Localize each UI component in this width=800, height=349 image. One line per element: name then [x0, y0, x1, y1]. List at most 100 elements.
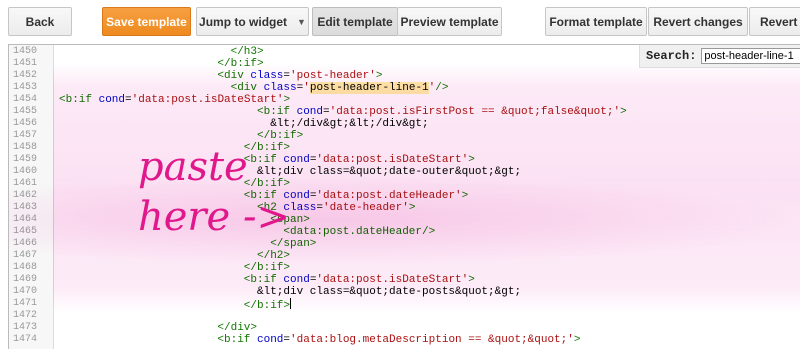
search-input[interactable]: [701, 48, 800, 64]
line-number: 1473: [13, 322, 38, 333]
code-token-tag: </h2>: [257, 250, 291, 262]
format-template-button[interactable]: Format template: [545, 7, 647, 36]
code-token-tag: </b:if>: [217, 58, 264, 70]
code-token-attr: cond: [283, 274, 310, 286]
jump-to-widget-dropdown[interactable]: Jump to widget ▼: [196, 7, 309, 36]
code-token-attr: cond: [296, 106, 324, 118]
highlighter-wash-band: [9, 175, 800, 265]
code-token-attr: class: [263, 82, 297, 94]
code-token-tag: <b:if: [257, 106, 297, 118]
code-line[interactable]: </b:if>: [217, 58, 263, 70]
code-token-tag: </b:if>: [243, 262, 291, 274]
code-line[interactable]: <div class='post-header-line-1'/>: [230, 82, 449, 94]
code-token-ent: &lt;/div&gt;&lt;/div&gt;: [270, 118, 429, 130]
code-token-tag: <b:if: [243, 274, 284, 286]
jump-to-widget-label: Jump to widget: [199, 14, 288, 29]
line-number: 1469: [13, 274, 38, 285]
code-token-str: 'data:post.isFirstPost == &quot;false&qu…: [329, 106, 621, 118]
code-line[interactable]: </h2>: [257, 250, 290, 262]
code-token-attr: class: [250, 70, 284, 82]
code-token-tag: <div: [230, 82, 264, 94]
code-token-str: ': [303, 82, 310, 94]
preview-template-button[interactable]: Preview template: [397, 7, 502, 36]
line-number: 1453: [13, 82, 38, 93]
back-button[interactable]: Back: [8, 7, 72, 36]
code-token-tag: </h3>: [230, 46, 264, 58]
code-token-tag: <b:if: [217, 334, 257, 346]
line-number: 1458: [13, 142, 38, 153]
paste-here-annotation: paste here ->: [138, 144, 290, 240]
line-number: 1464: [13, 214, 38, 225]
code-line[interactable]: </b:if>: [244, 262, 290, 274]
line-number: 1468: [13, 262, 38, 273]
code-token-ent: =: [125, 94, 132, 106]
line-number: 1462: [13, 190, 38, 201]
code-editor[interactable]: 1450 1451 1452 1453 1454 1455 1456 1457 1458 1459…: [8, 44, 800, 349]
line-number: 1450: [13, 46, 38, 57]
code-token-attr: cond: [98, 94, 126, 106]
line-number: 1463: [13, 202, 38, 213]
code-token-tag: >: [408, 202, 416, 214]
code-token-hl: post-header-line-1: [309, 82, 429, 94]
line-number: 1465: [13, 226, 38, 237]
code-line[interactable]: <b:if cond='data:post.isFirstPost == &qu…: [257, 106, 627, 118]
code-line[interactable]: &lt;div class=&quot;date-posts&quot;&gt;: [257, 286, 521, 298]
line-number: 1466: [13, 238, 38, 249]
code-token-tag: </div>: [217, 322, 257, 334]
line-number: 1472: [13, 310, 38, 321]
code-token-str: 'data:post.isDateStart': [316, 274, 469, 286]
line-number-gutter: 1450 1451 1452 1453 1454 1455 1456 1457 1458 1459…: [9, 45, 54, 349]
code-token-tag: >: [283, 94, 291, 106]
line-number: 1467: [13, 250, 38, 261]
code-token-tag: >: [375, 70, 383, 82]
code-token-tag: >: [461, 190, 469, 202]
code-line[interactable]: </div>: [217, 322, 257, 334]
code-token-str: 'data:post.isDateStart': [316, 154, 469, 166]
code-token-str: 'data:post.dateHeader': [316, 190, 462, 202]
line-number: 1460: [13, 166, 38, 177]
code-line[interactable]: <b:if cond='data:post.isDateStart'>: [244, 274, 475, 286]
revert-changes-button[interactable]: Revert changes: [648, 7, 748, 36]
revert-widget-button[interactable]: Revert w: [749, 7, 800, 36]
code-token-tag: </b:if>: [257, 130, 304, 142]
code-line[interactable]: &lt;/div&gt;&lt;/div&gt;: [270, 118, 428, 130]
code-token-str: 'data:post.isDateStart': [131, 94, 284, 106]
line-number: 1459: [13, 154, 38, 165]
code-token-tag: <b:if: [59, 94, 99, 106]
code-token-tag: >: [468, 274, 475, 286]
code-line[interactable]: </b:if>: [257, 130, 303, 142]
code-line[interactable]: <b:if cond='data:blog.metaDescription ==…: [217, 334, 580, 346]
line-number: 1455: [13, 106, 38, 117]
code-line[interactable]: <b:if cond='data:post.isDateStart'>: [59, 94, 290, 106]
code-token-tag: />: [435, 82, 449, 94]
chevron-down-icon: ▼: [297, 16, 306, 27]
code-token-tag: >: [573, 334, 581, 346]
code-token-str: 'post-header': [290, 70, 376, 82]
search-label: Search:: [646, 49, 697, 63]
code-line[interactable]: </h3>: [231, 46, 264, 58]
line-number: 1452: [13, 70, 38, 81]
toolbar: Back Save template Jump to widget ▼ Edit…: [0, 0, 800, 44]
code-token-tag: >: [468, 154, 475, 166]
line-number: 1456: [13, 118, 38, 129]
code-token-ent: =: [323, 106, 330, 118]
line-number: 1470: [13, 286, 38, 297]
search-box: Search:: [639, 45, 800, 68]
code-token-tag: <div: [217, 70, 251, 82]
line-number: 1471: [13, 298, 38, 309]
line-number: 1461: [13, 178, 38, 189]
text-cursor: [290, 298, 292, 309]
code-token-attr: cond: [257, 334, 284, 346]
code-token-ent: &lt;div class=&quot;date-posts&quot;&gt;: [257, 286, 522, 298]
code-token-str: 'data:blog.metaDescription == &quot;&quo…: [290, 334, 574, 346]
edit-template-button[interactable]: Edit template: [312, 7, 398, 36]
line-number: 1454: [13, 94, 38, 105]
code-token-tag: >: [620, 106, 627, 118]
save-template-button[interactable]: Save template: [102, 7, 191, 36]
line-number: 1451: [13, 58, 38, 69]
code-token-tag: </b:if>: [243, 300, 291, 312]
line-number: 1474: [13, 334, 38, 345]
code-line[interactable]: <div class='post-header'>: [217, 70, 382, 82]
line-number: 1457: [13, 130, 38, 141]
code-line[interactable]: </b:if>: [243, 298, 292, 312]
